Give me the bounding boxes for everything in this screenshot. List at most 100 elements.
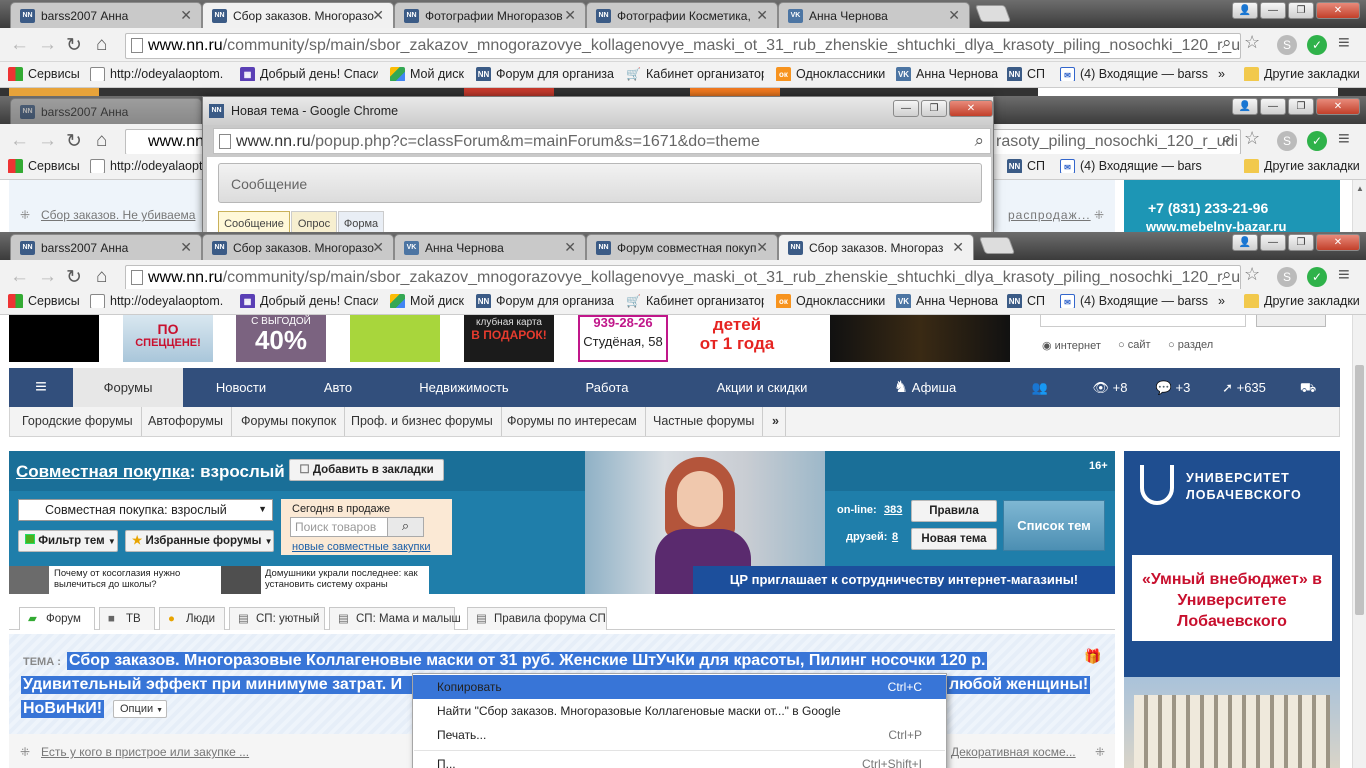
bookmark-odeyala[interactable]: http://odeyalaoptom. xyxy=(90,67,230,81)
topic-link[interactable]: Сбор заказов. Не убиваема xyxy=(41,208,195,222)
more-bookmarks[interactable]: » xyxy=(1218,67,1232,81)
menu-item-inspect[interactable]: П... Ctrl+Shift+I xyxy=(413,756,946,768)
furniture-ad[interactable]: +7 (831) 233-21-96 www.mebelny-bazar.ru xyxy=(1124,180,1340,234)
radio-section[interactable]: ○ раздел xyxy=(1168,339,1213,351)
bookmark-services[interactable]: Сервисы xyxy=(8,294,88,308)
back-icon[interactable]: ← xyxy=(10,130,29,152)
window3-tab-1[interactable]: NN barss2007 Анна ✕ xyxy=(10,234,202,260)
close-tab-icon[interactable]: ✕ xyxy=(180,239,192,256)
subnav-shopping[interactable]: Форумы покупок xyxy=(233,407,346,436)
bookmark-other[interactable]: Другие закладки xyxy=(1244,67,1362,81)
window1-tab-5[interactable]: VK Анна Чернова ✕ xyxy=(778,2,970,28)
window1-tab-3[interactable]: NN Фотографии Многоразов ✕ xyxy=(394,2,586,28)
subnav-business[interactable]: Проф. и бизнес форумы xyxy=(343,407,502,436)
rating-counter[interactable]: ➚ +635 xyxy=(1213,368,1275,407)
bookmark-sp[interactable]: NN СП xyxy=(1007,294,1047,308)
address-bar[interactable]: www.nn.ru/community/sp/main/sbor_zakazov… xyxy=(125,265,1241,291)
scrollbar[interactable] xyxy=(1352,315,1366,768)
search-button[interactable] xyxy=(1256,315,1326,327)
bookmark-dobry-den[interactable]: ▦ Добрый день! Спаси xyxy=(240,294,378,308)
star-icon[interactable]: ☆ xyxy=(1244,32,1260,53)
tab-forum[interactable]: ▰ Форум xyxy=(19,607,95,630)
check-extension-icon[interactable]: ✓ xyxy=(1307,35,1327,55)
favorites-button[interactable]: ★ Избранные форумы ▼ xyxy=(125,530,274,552)
rules-button[interactable]: Правила xyxy=(911,500,997,522)
product-search-input[interactable]: Поиск товаров ⌕ xyxy=(290,517,424,537)
subnav-private[interactable]: Частные форумы xyxy=(645,407,764,436)
radio-internet[interactable]: ◉ интернет xyxy=(1042,339,1101,352)
ad-banner-6[interactable]: 939-28-26 Студёная, 58 xyxy=(578,315,668,362)
tab-sp-rules[interactable]: ▤ Правила форума СП xyxy=(467,607,607,630)
close-tab-icon[interactable]: ✕ xyxy=(564,7,576,24)
tab-sp-mom[interactable]: ▤ СП: Мама и малыш xyxy=(329,607,461,630)
ad-banner-3[interactable]: С ВЫГОДОЙ 40% xyxy=(236,315,326,362)
nav-forums[interactable]: Форумы xyxy=(73,368,183,407)
subnav-interests[interactable]: Форумы по интересам xyxy=(499,407,646,436)
related-topic-link[interactable]: Декоративная косме... xyxy=(951,745,1076,759)
reload-icon[interactable]: ↻ xyxy=(66,266,82,289)
hamburger-menu-icon[interactable]: ≡ xyxy=(9,368,73,407)
subnav-more-icon[interactable]: » xyxy=(764,407,786,436)
close-tab-icon[interactable]: ✕ xyxy=(948,7,960,24)
topic-title-line2-end[interactable]: любой женщины! xyxy=(947,676,1091,694)
close-tab-icon[interactable]: ✕ xyxy=(180,7,192,24)
scrollbar-thumb[interactable] xyxy=(1355,365,1364,615)
window1-tab-4[interactable]: NN Фотографии Косметика, ✕ xyxy=(586,2,778,28)
close-tab-icon[interactable]: ✕ xyxy=(564,239,576,256)
radio-site[interactable]: ○ сайт xyxy=(1118,339,1151,351)
popup-address-bar[interactable]: www.nn.ru/popup.php?c=classForum&m=mainF… xyxy=(213,128,991,154)
scrollbar[interactable]: ▲ xyxy=(1352,180,1366,232)
community-select[interactable]: Совместная покупка: взрослый ▼ xyxy=(18,499,273,521)
nav-work[interactable]: Работа xyxy=(569,368,645,407)
add-bookmark-button[interactable]: ☐ Добавить в закладки xyxy=(289,459,444,481)
new-theme-button[interactable]: Новая тема xyxy=(911,528,997,550)
messages-counter[interactable]: 💬 +3 xyxy=(1151,368,1195,407)
search-icon[interactable]: ⌕ xyxy=(1222,33,1232,53)
forward-icon[interactable]: → xyxy=(38,266,57,288)
bookmark-vk[interactable]: VK Анна Чернова xyxy=(896,67,998,81)
close-window-button[interactable]: ✕ xyxy=(949,100,993,117)
close-tab-icon[interactable]: ✕ xyxy=(756,239,768,256)
close-window-button[interactable]: ✕ xyxy=(1316,98,1360,115)
window3-tab-5[interactable]: NN Сбор заказов. Многораз ✕ xyxy=(778,234,974,260)
filter-button[interactable]: Фильтр тем ▼ xyxy=(18,530,118,552)
close-tab-icon[interactable]: ✕ xyxy=(952,239,964,256)
topic-title-line2[interactable]: Удивительный эффект при минимуме затрат.… xyxy=(21,676,412,694)
topic-title-line1[interactable]: Сбор заказов. Многоразовые Коллагеновые … xyxy=(67,652,988,670)
search-icon[interactable]: ⌕ xyxy=(387,518,423,536)
back-icon[interactable]: ← xyxy=(10,266,29,288)
check-extension-icon[interactable]: ✓ xyxy=(1307,267,1327,287)
bookmark-sp[interactable]: NN СП xyxy=(1007,67,1047,81)
bookmark-services[interactable]: Сервисы xyxy=(8,159,88,173)
maximize-button[interactable]: ❐ xyxy=(1288,2,1314,19)
tab-sp-cozy[interactable]: ▤ СП: уютный xyxy=(229,607,325,630)
topic-list-button[interactable]: Список тем xyxy=(1003,500,1105,551)
related-topic-link[interactable]: Есть у кого в пристрое или закупке ... xyxy=(41,745,249,759)
bookmark-other[interactable]: Другие закладки xyxy=(1244,294,1362,308)
close-window-button[interactable]: ✕ xyxy=(1316,234,1360,251)
skype-icon[interactable]: S xyxy=(1277,35,1297,55)
window1-tab-2[interactable]: NN Сбор заказов. Многоразо ✕ xyxy=(202,2,394,28)
maximize-button[interactable]: ❐ xyxy=(1288,234,1314,251)
address-bar[interactable]: www.nn.ru/community/sp/main/sbor_zakazov… xyxy=(125,33,1241,59)
search-icon[interactable]: ⌕ xyxy=(1222,129,1232,149)
popup-tab-message[interactable]: Сообщение xyxy=(218,211,290,233)
gift-icon[interactable]: 🎁 xyxy=(1084,648,1101,665)
minimize-button[interactable]: — xyxy=(1260,2,1286,19)
skype-icon[interactable]: S xyxy=(1277,267,1297,287)
nav-realty[interactable]: Недвижимость xyxy=(409,368,519,407)
nav-auto[interactable]: Авто xyxy=(303,368,373,407)
bookmark-drive[interactable]: Мой диск xyxy=(390,67,468,81)
menu-item-copy[interactable]: Копировать Ctrl+C xyxy=(413,675,946,699)
star-icon[interactable]: ☆ xyxy=(1244,264,1260,285)
bookmark-inbox[interactable]: ✉ (4) Входящие — barss xyxy=(1060,67,1210,81)
ad-banner-7[interactable]: детей от 1 года xyxy=(692,315,782,362)
bookmark-forum-org[interactable]: NN Форум для организат xyxy=(476,294,614,308)
bookmark-odnoklassniki[interactable]: ок Одноклассники xyxy=(776,294,888,308)
tab-tv[interactable]: ■ ТВ xyxy=(99,607,155,630)
nav-promo[interactable]: Акции и скидки xyxy=(697,368,827,407)
bookmark-other[interactable]: Другие закладки xyxy=(1244,159,1362,173)
menu-item-search-google[interactable]: Найти "Сбор заказов. Многоразовые Коллаг… xyxy=(413,699,946,723)
options-button[interactable]: Опции ▼ xyxy=(113,700,167,718)
promo-strip[interactable]: ЦР приглашает к сотрудничеству интернет-… xyxy=(693,566,1115,594)
